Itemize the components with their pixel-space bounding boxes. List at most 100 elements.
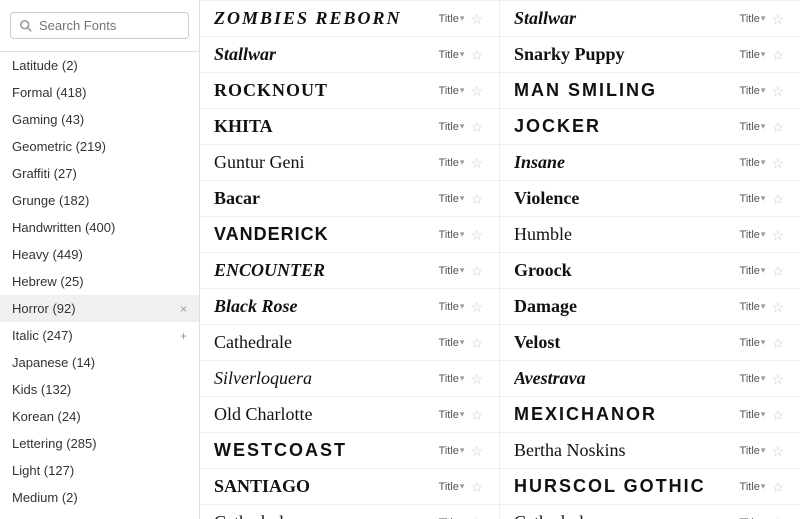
favorite-star-button[interactable]: ☆ bbox=[468, 408, 485, 422]
font-tag[interactable]: Title ▾ bbox=[439, 229, 465, 241]
favorite-star-button[interactable]: ☆ bbox=[769, 156, 786, 170]
category-action-btn[interactable]: + bbox=[180, 329, 187, 343]
favorite-star-button[interactable]: ☆ bbox=[468, 444, 485, 458]
font-tag[interactable]: Title ▾ bbox=[740, 193, 766, 205]
font-tag[interactable]: Title ▾ bbox=[439, 85, 465, 97]
chevron-down-icon: ▾ bbox=[460, 49, 465, 60]
sidebar-category-item[interactable]: Kids (132) bbox=[0, 376, 199, 403]
font-tag[interactable]: Title ▾ bbox=[740, 337, 766, 349]
font-row: Damage Title ▾☆ bbox=[500, 289, 800, 325]
font-tag[interactable]: Title ▾ bbox=[740, 49, 766, 61]
font-controls: Title ▾☆ bbox=[439, 84, 485, 98]
sidebar-category-item[interactable]: Horror (92) × bbox=[0, 295, 199, 322]
favorite-star-button[interactable]: ☆ bbox=[769, 516, 786, 519]
favorite-star-button[interactable]: ☆ bbox=[468, 480, 485, 494]
sidebar-category-item[interactable]: Italic (247)+ bbox=[0, 322, 199, 349]
font-tag[interactable]: Title ▾ bbox=[439, 13, 465, 25]
font-tag[interactable]: Title ▾ bbox=[740, 157, 766, 169]
chevron-down-icon: ▾ bbox=[460, 409, 465, 420]
font-tag[interactable]: Title ▾ bbox=[740, 121, 766, 133]
font-controls: Title ▾☆ bbox=[439, 300, 485, 314]
font-tag[interactable]: Title ▾ bbox=[439, 49, 465, 61]
font-tag[interactable]: Title ▾ bbox=[439, 337, 465, 349]
favorite-star-button[interactable]: ☆ bbox=[769, 480, 786, 494]
category-label: Horror (92) bbox=[12, 301, 76, 316]
sidebar-category-item[interactable]: Light (127) bbox=[0, 457, 199, 484]
favorite-star-button[interactable]: ☆ bbox=[769, 444, 786, 458]
sidebar-category-item[interactable]: Graffiti (27) bbox=[0, 160, 199, 187]
category-label: Lettering (285) bbox=[12, 436, 97, 451]
sidebar-category-item[interactable]: Heavy (449) bbox=[0, 241, 199, 268]
favorite-star-button[interactable]: ☆ bbox=[769, 48, 786, 62]
font-row: AvestravaTitle ▾☆ bbox=[500, 361, 800, 397]
favorite-star-button[interactable]: ☆ bbox=[769, 300, 786, 314]
sidebar-category-item[interactable]: Medium (2) bbox=[0, 484, 199, 511]
search-input[interactable] bbox=[39, 18, 180, 33]
font-tag[interactable]: Title ▾ bbox=[439, 265, 465, 277]
sidebar-category-item[interactable]: Gaming (43) bbox=[0, 106, 199, 133]
favorite-star-button[interactable]: ☆ bbox=[468, 228, 485, 242]
sidebar-category-item[interactable]: Japanese (14) bbox=[0, 349, 199, 376]
chevron-down-icon: ▾ bbox=[761, 193, 766, 204]
font-tag[interactable]: Title ▾ bbox=[740, 409, 766, 421]
favorite-star-button[interactable]: ☆ bbox=[468, 372, 485, 386]
favorite-star-button[interactable]: ☆ bbox=[468, 156, 485, 170]
font-name: Damage bbox=[514, 296, 732, 317]
sidebar-category-item[interactable]: Latitude (2) bbox=[0, 52, 199, 79]
font-tag[interactable]: Title ▾ bbox=[740, 373, 766, 385]
sidebar-category-item[interactable]: Formal (418) bbox=[0, 79, 199, 106]
search-box[interactable] bbox=[10, 12, 189, 39]
sidebar-category-item[interactable]: Handwritten (400) bbox=[0, 214, 199, 241]
favorite-star-button[interactable]: ☆ bbox=[769, 120, 786, 134]
favorite-star-button[interactable]: ☆ bbox=[769, 264, 786, 278]
font-tag[interactable]: Title ▾ bbox=[439, 409, 465, 421]
font-tag[interactable]: Title ▾ bbox=[439, 481, 465, 493]
chevron-down-icon: ▾ bbox=[460, 481, 465, 492]
favorite-star-button[interactable]: ☆ bbox=[769, 408, 786, 422]
category-action-btn[interactable]: × bbox=[180, 302, 187, 316]
sidebar-category-item[interactable]: Grunge (182) bbox=[0, 187, 199, 214]
favorite-star-button[interactable]: ☆ bbox=[468, 12, 485, 26]
font-tag[interactable]: Title ▾ bbox=[740, 85, 766, 97]
favorite-star-button[interactable]: ☆ bbox=[769, 12, 786, 26]
font-tag[interactable]: Title ▾ bbox=[740, 445, 766, 457]
font-tag[interactable]: Title ▾ bbox=[740, 229, 766, 241]
font-tag[interactable]: Title ▾ bbox=[740, 13, 766, 25]
font-tag[interactable]: Title ▾ bbox=[439, 157, 465, 169]
font-name: Old Charlotte bbox=[214, 404, 431, 425]
favorite-star-button[interactable]: ☆ bbox=[468, 120, 485, 134]
font-controls: Title ▾☆ bbox=[439, 264, 485, 278]
favorite-star-button[interactable]: ☆ bbox=[468, 264, 485, 278]
favorite-star-button[interactable]: ☆ bbox=[468, 48, 485, 62]
favorite-star-button[interactable]: ☆ bbox=[769, 372, 786, 386]
font-tag[interactable]: Title ▾ bbox=[439, 445, 465, 457]
font-row: GroockTitle ▾☆ bbox=[500, 253, 800, 289]
favorite-star-button[interactable]: ☆ bbox=[468, 84, 485, 98]
favorite-star-button[interactable]: ☆ bbox=[769, 228, 786, 242]
favorite-star-button[interactable]: ☆ bbox=[468, 300, 485, 314]
font-tag[interactable]: Title ▾ bbox=[439, 193, 465, 205]
font-tag[interactable]: Title ▾ bbox=[740, 265, 766, 277]
font-grid: ZOMBIES REBORNTitle ▾☆StallwarTitle ▾☆St… bbox=[200, 0, 800, 519]
favorite-star-button[interactable]: ☆ bbox=[769, 84, 786, 98]
favorite-star-button[interactable]: ☆ bbox=[769, 336, 786, 350]
category-label: Korean (24) bbox=[12, 409, 81, 424]
sidebar-category-item[interactable]: Geometric (219) bbox=[0, 133, 199, 160]
favorite-star-button[interactable]: ☆ bbox=[468, 516, 485, 519]
font-controls: Title ▾☆ bbox=[740, 228, 786, 242]
sidebar-category-item[interactable]: Korean (24) bbox=[0, 403, 199, 430]
font-tag[interactable]: Title ▾ bbox=[439, 121, 465, 133]
favorite-star-button[interactable]: ☆ bbox=[769, 192, 786, 206]
sidebar-category-item[interactable]: Hebrew (25) bbox=[0, 268, 199, 295]
favorite-star-button[interactable]: ☆ bbox=[468, 336, 485, 350]
sidebar-category-item[interactable]: Lettering (285) bbox=[0, 430, 199, 457]
font-row: HURSCOL GOTHICTitle ▾☆ bbox=[500, 469, 800, 505]
font-name: ENCOUNTER bbox=[214, 260, 431, 281]
favorite-star-button[interactable]: ☆ bbox=[468, 192, 485, 206]
search-icon bbox=[19, 19, 33, 33]
font-controls: Title ▾☆ bbox=[439, 516, 485, 519]
font-tag[interactable]: Title ▾ bbox=[740, 481, 766, 493]
font-tag[interactable]: Title ▾ bbox=[740, 301, 766, 313]
font-tag[interactable]: Title ▾ bbox=[439, 301, 465, 313]
font-tag[interactable]: Title ▾ bbox=[439, 373, 465, 385]
